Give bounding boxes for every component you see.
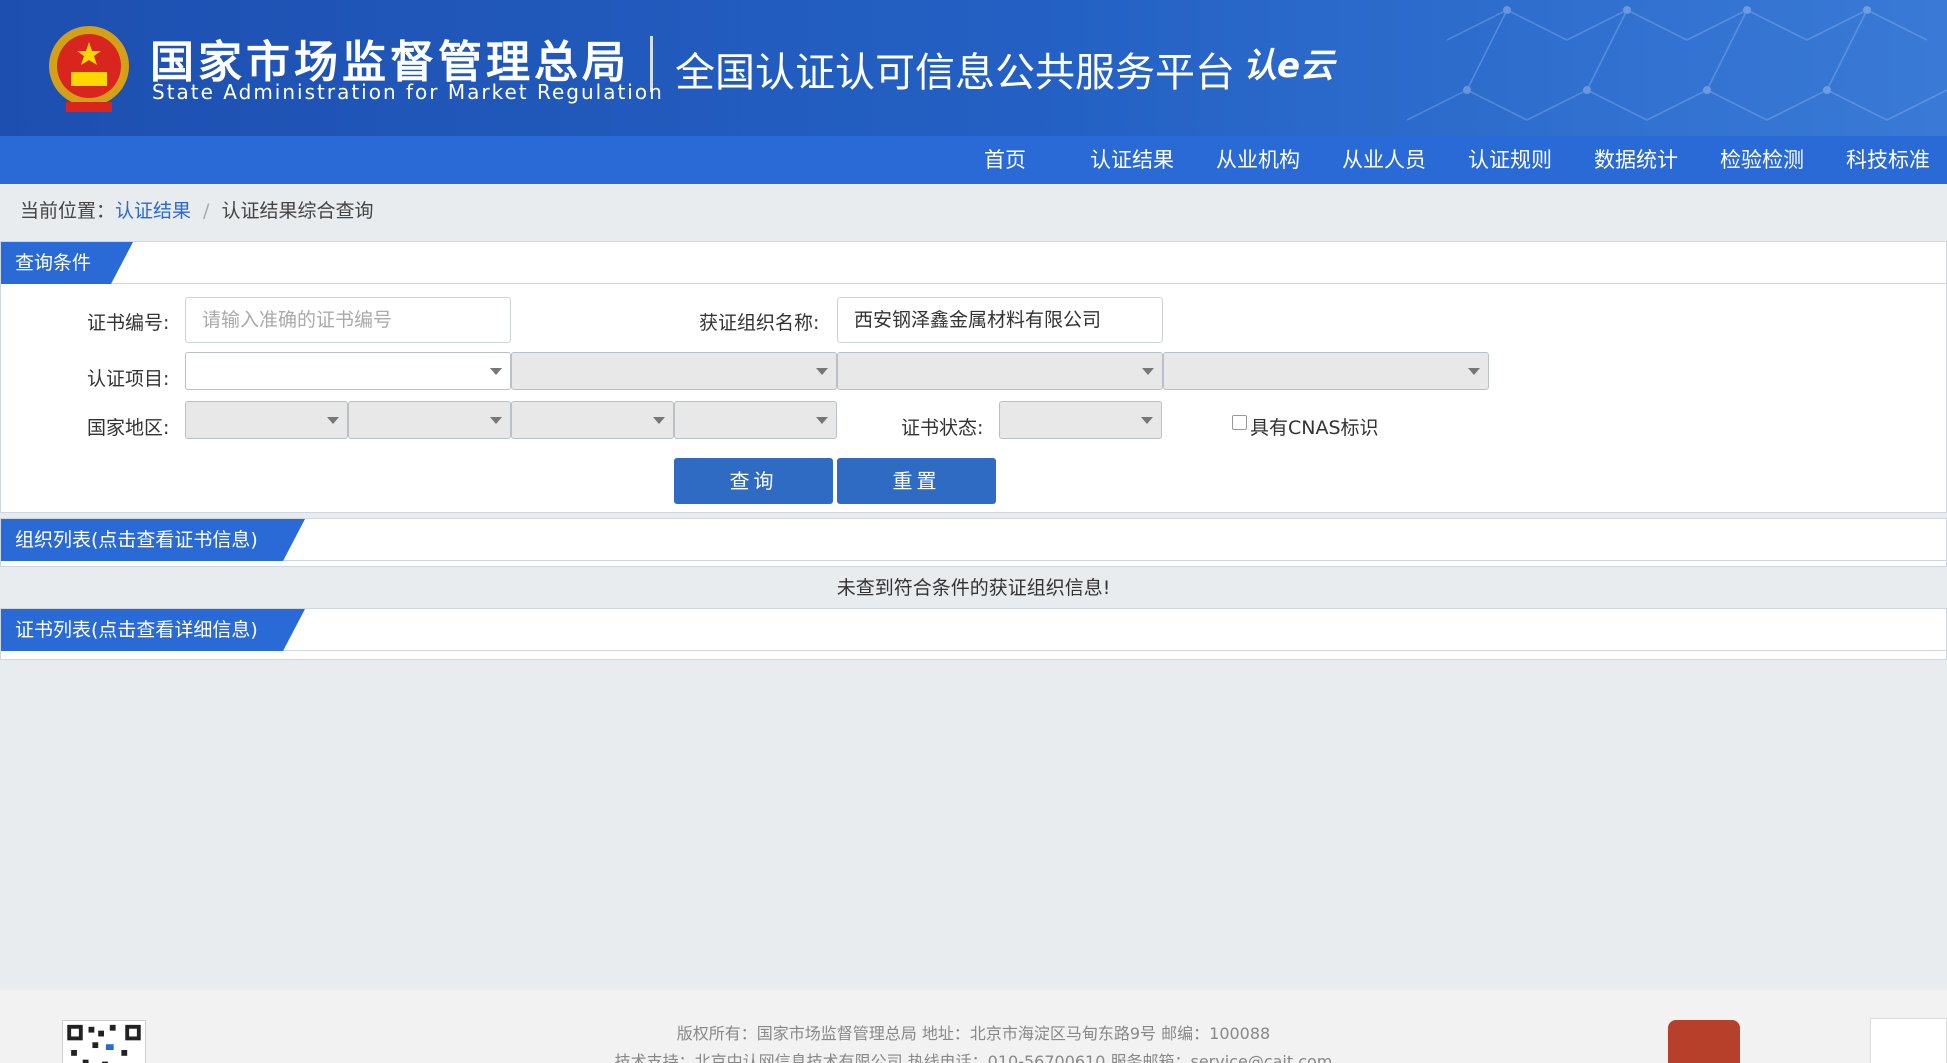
cert-list-title: 证书列表(点击查看详细信息) [1,609,305,651]
nav-item-standards[interactable]: 科技标准 [1846,136,1930,184]
region-select-3[interactable] [511,401,674,439]
org-list-empty-message: 未查到符合条件的获证组织信息! [836,577,1111,599]
project-label: 认证项目: [87,368,170,390]
site-footer: 版权所有：国家市场监督管理总局 地址：北京市海淀区马甸东路9号 邮编：10008… [0,990,1947,1063]
chevron-down-icon [1468,368,1480,375]
breadcrumb-current: 认证结果综合查询 [221,200,374,222]
nav-item-rules[interactable]: 认证规则 [1468,136,1552,184]
nav-item-inspection[interactable]: 检验检测 [1720,136,1804,184]
query-panel-title: 查询条件 [1,242,133,284]
header-divider [650,36,653,92]
query-panel-header: 查询条件 [1,242,1946,284]
cnas-label: 具有CNAS标识 [1250,417,1379,439]
project-select-4[interactable] [1163,352,1489,390]
project-select-3[interactable] [837,352,1163,390]
nav-item-statistics[interactable]: 数据统计 [1594,136,1678,184]
footer-support: 技术支持：北京中认网信息技术有限公司 热线电话：010-56700610 服务邮… [614,1052,1333,1063]
cert-list-panel: 证书列表(点击查看详细信息) [0,608,1947,660]
region-label: 国家地区: [87,417,170,439]
chevron-down-icon [1141,417,1153,424]
chevron-down-icon [1142,368,1154,375]
breadcrumb-prefix: 当前位置： [20,200,116,222]
org-list-title: 组织列表(点击查看证书信息) [1,519,305,561]
status-select[interactable] [999,401,1162,439]
nav-item-cert-results[interactable]: 认证结果 [1090,136,1174,184]
org-name-en: State Administration for Market Regulati… [152,80,664,104]
gov-site-badge-icon[interactable] [1870,1018,1947,1063]
main-nav: 首页 认证结果 从业机构 从业人员 认证规则 数据统计 检验检测 科技标准 [0,136,1947,184]
org-list-panel: 组织列表(点击查看证书信息) [0,518,1947,567]
platform-logo: 认e云 [1243,46,1335,86]
platform-title: 全国认证认可信息公共服务平台 [675,50,1235,96]
cert-no-input[interactable]: 请输入准确的证书编号 [185,297,511,343]
national-emblem-icon [49,26,129,112]
nav-item-institutions[interactable]: 从业机构 [1216,136,1300,184]
org-name-label: 获证组织名称: [699,312,820,334]
status-label: 证书状态: [901,417,984,439]
footer-copyright: 版权所有：国家市场监督管理总局 地址：北京市海淀区马甸东路9号 邮编：10008… [676,1024,1271,1043]
breadcrumb: 当前位置：认证结果 / 认证结果综合查询 [20,196,373,223]
org-list-panel-header: 组织列表(点击查看证书信息) [1,519,1946,561]
police-badge-icon[interactable] [1668,1020,1740,1063]
org-name-input[interactable]: 西安钢泽鑫金属材料有限公司 [837,297,1163,343]
project-select-2[interactable] [511,352,837,390]
region-select-1[interactable] [185,401,348,439]
breadcrumb-separator: / [203,200,210,222]
chevron-down-icon [490,368,502,375]
chevron-down-icon [327,417,339,424]
chevron-down-icon [816,417,828,424]
chevron-down-icon [653,417,665,424]
cert-list-panel-header: 证书列表(点击查看详细信息) [1,609,1946,651]
cnas-checkbox[interactable] [1232,415,1247,430]
chevron-down-icon [816,368,828,375]
hexagon-pattern-decoration [1406,6,1947,121]
query-panel: 查询条件 证书编号: 请输入准确的证书编号 获证组织名称: 西安钢泽鑫金属材料有… [0,241,1947,513]
region-select-2[interactable] [348,401,511,439]
search-button[interactable]: 查询 [674,458,833,504]
reset-button[interactable]: 重置 [837,458,996,504]
project-select-1[interactable] [185,352,511,390]
region-select-4[interactable] [674,401,837,439]
cert-no-label: 证书编号: [87,312,170,334]
nav-item-home[interactable]: 首页 [984,136,1026,184]
nav-item-personnel[interactable]: 从业人员 [1342,136,1426,184]
breadcrumb-link-cert-results[interactable]: 认证结果 [115,200,191,222]
site-header: 国家市场监督管理总局 State Administration for Mark… [0,0,1947,136]
chevron-down-icon [490,417,502,424]
